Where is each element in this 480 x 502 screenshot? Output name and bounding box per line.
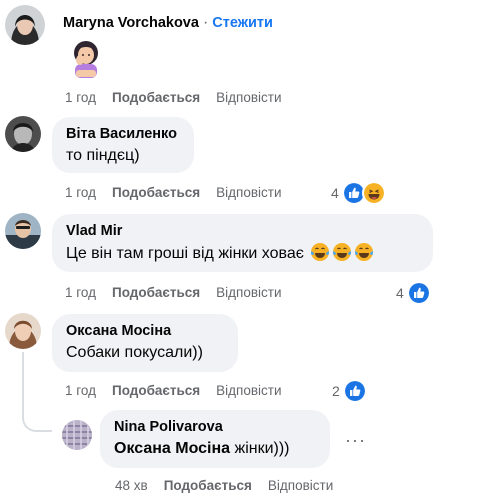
comment-bubble: Оксана Мосіна Собаки покусали)): [52, 314, 238, 372]
avatar[interactable]: [5, 5, 45, 45]
reply-button[interactable]: Відповісти: [216, 185, 281, 200]
comment-header: Maryna Vorchakova · Стежити: [63, 14, 273, 32]
like-button[interactable]: Подобається: [164, 478, 252, 493]
reply-thread-curve: [22, 410, 52, 432]
reaction-count: 4: [331, 185, 339, 201]
comment-bubble: Vlad Mir Це він там гроші від жінки хова…: [52, 214, 433, 272]
like-button[interactable]: Подобається: [112, 383, 200, 398]
reply-button[interactable]: Відповісти: [216, 285, 281, 300]
comment-author[interactable]: Оксана Мосіна: [66, 322, 224, 340]
reaction-summary[interactable]: 4: [331, 181, 386, 205]
like-button[interactable]: Подобається: [112, 285, 200, 300]
reply-thread-line: [22, 352, 24, 412]
comment-text-body: Це він там гроші від жінки ховає: [66, 245, 304, 262]
reply-button[interactable]: Відповісти: [216, 383, 281, 398]
comment-bubble: Віта Василенко то піндєц): [52, 117, 194, 173]
mention-link[interactable]: Оксана Мосіна: [114, 440, 230, 457]
comment-text: то піндєц): [66, 147, 140, 164]
reaction-count: 4: [396, 285, 404, 301]
comment-author[interactable]: Віта Василенко: [66, 125, 180, 143]
tears-of-joy-emoji: [355, 243, 374, 261]
comment-time[interactable]: 1 год: [65, 383, 96, 398]
like-reaction-icon: [406, 281, 431, 305]
comment-author[interactable]: Vlad Mir: [66, 222, 419, 240]
like-button[interactable]: Подобається: [112, 185, 200, 200]
follow-button[interactable]: Стежити: [212, 15, 273, 31]
avatar[interactable]: [5, 313, 41, 349]
comment-text: Собаки покусали)): [66, 344, 203, 361]
comment-time[interactable]: 1 год: [65, 285, 96, 300]
reply-author[interactable]: Nina Polivarova: [114, 418, 316, 436]
comment-actions: 1 год Подобається Відповісти: [65, 383, 298, 398]
comment-time[interactable]: 1 год: [65, 90, 96, 105]
like-reaction-icon: [342, 379, 367, 403]
reply-text-body: жінки))): [230, 440, 290, 457]
reply-button[interactable]: Відповісти: [268, 478, 333, 493]
reaction-summary[interactable]: 4: [396, 281, 431, 305]
reaction-count: 2: [332, 383, 340, 399]
comment-actions: 1 год Подобається Відповісти: [65, 185, 298, 200]
comment-text: Це він там гроші від жінки ховає: [66, 242, 419, 265]
reply-time[interactable]: 48 хв: [115, 478, 148, 493]
tears-of-joy-emoji: [311, 243, 330, 261]
comment-actions: 1 год Подобається Відповісти: [65, 90, 298, 105]
like-button[interactable]: Подобається: [112, 90, 200, 105]
comment-time[interactable]: 1 год: [65, 185, 96, 200]
avatar[interactable]: [5, 213, 41, 249]
reply-bubble: Nina Polivarova Оксана Мосіна жінки))): [100, 410, 330, 468]
avatar[interactable]: [5, 116, 41, 152]
haha-reaction-icon: [361, 181, 386, 205]
separator-dot: ·: [202, 14, 209, 31]
sticker: [66, 38, 106, 78]
reaction-summary[interactable]: 2: [332, 379, 367, 403]
reply-text: Оксана Мосіна жінки))): [114, 438, 316, 460]
avatar[interactable]: [62, 420, 92, 450]
tears-of-joy-emoji: [333, 243, 352, 261]
comment-author[interactable]: Maryna Vorchakova: [63, 15, 199, 31]
comment-actions: 1 год Подобається Відповісти: [65, 285, 298, 300]
more-options-button[interactable]: ···: [345, 430, 366, 451]
reply-button[interactable]: Відповісти: [216, 90, 281, 105]
reply-actions: 48 хв Подобається Відповісти: [115, 478, 349, 493]
